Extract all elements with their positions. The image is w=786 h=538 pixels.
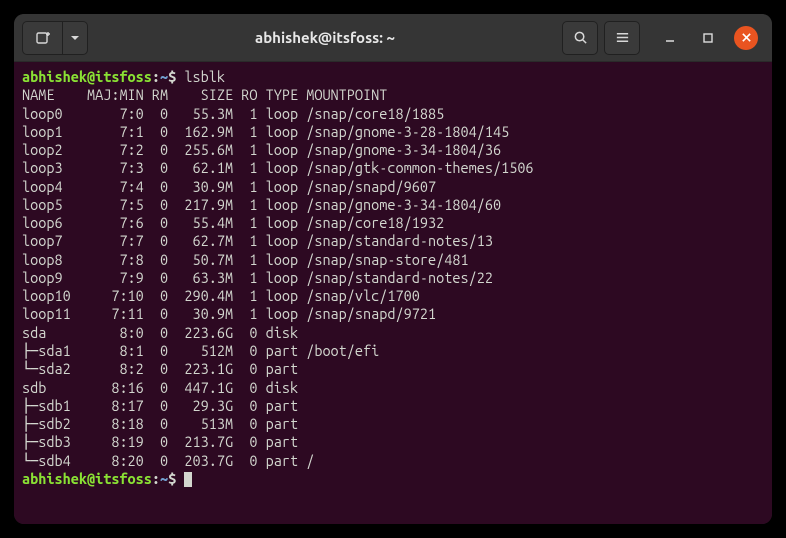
command-text: lsblk	[184, 68, 225, 85]
prompt-sep-2: :	[152, 470, 160, 487]
command-output: NAME MAJ:MIN RM SIZE RO TYPE MOUNTPOINT …	[22, 86, 534, 468]
close-icon	[741, 32, 752, 43]
prompt-path-2: ~	[160, 470, 168, 487]
new-tab-icon	[35, 30, 51, 46]
prompt-sigil-2: $	[168, 470, 176, 487]
terminal-window: abhishek@itsfoss: ~	[14, 14, 772, 524]
prompt-sigil: $	[168, 68, 176, 85]
minimize-button[interactable]	[658, 26, 682, 50]
minimize-icon	[664, 32, 676, 44]
chevron-down-icon	[70, 33, 80, 43]
titlebar-left-controls	[22, 21, 88, 55]
prompt-userhost: abhishek@itsfoss	[22, 68, 152, 85]
terminal-body[interactable]: abhishek@itsfoss:~$ lsblk NAME MAJ:MIN R…	[14, 62, 772, 524]
maximize-button[interactable]	[696, 26, 720, 50]
titlebar-right-controls	[562, 21, 764, 55]
titlebar: abhishek@itsfoss: ~	[14, 14, 772, 62]
prompt-userhost-2: abhishek@itsfoss	[22, 470, 152, 487]
window-title: abhishek@itsfoss: ~	[92, 29, 558, 46]
search-icon	[573, 30, 588, 45]
maximize-icon	[702, 32, 714, 44]
prompt-sep: :	[152, 68, 160, 85]
cursor	[184, 472, 192, 487]
hamburger-icon	[615, 30, 630, 45]
new-tab-dropdown-button[interactable]	[62, 21, 88, 55]
menu-button[interactable]	[604, 21, 640, 55]
prompt-path: ~	[160, 68, 168, 85]
new-tab-button[interactable]	[22, 21, 62, 55]
search-button[interactable]	[562, 21, 598, 55]
close-button[interactable]	[734, 26, 758, 50]
window-controls	[658, 26, 758, 50]
